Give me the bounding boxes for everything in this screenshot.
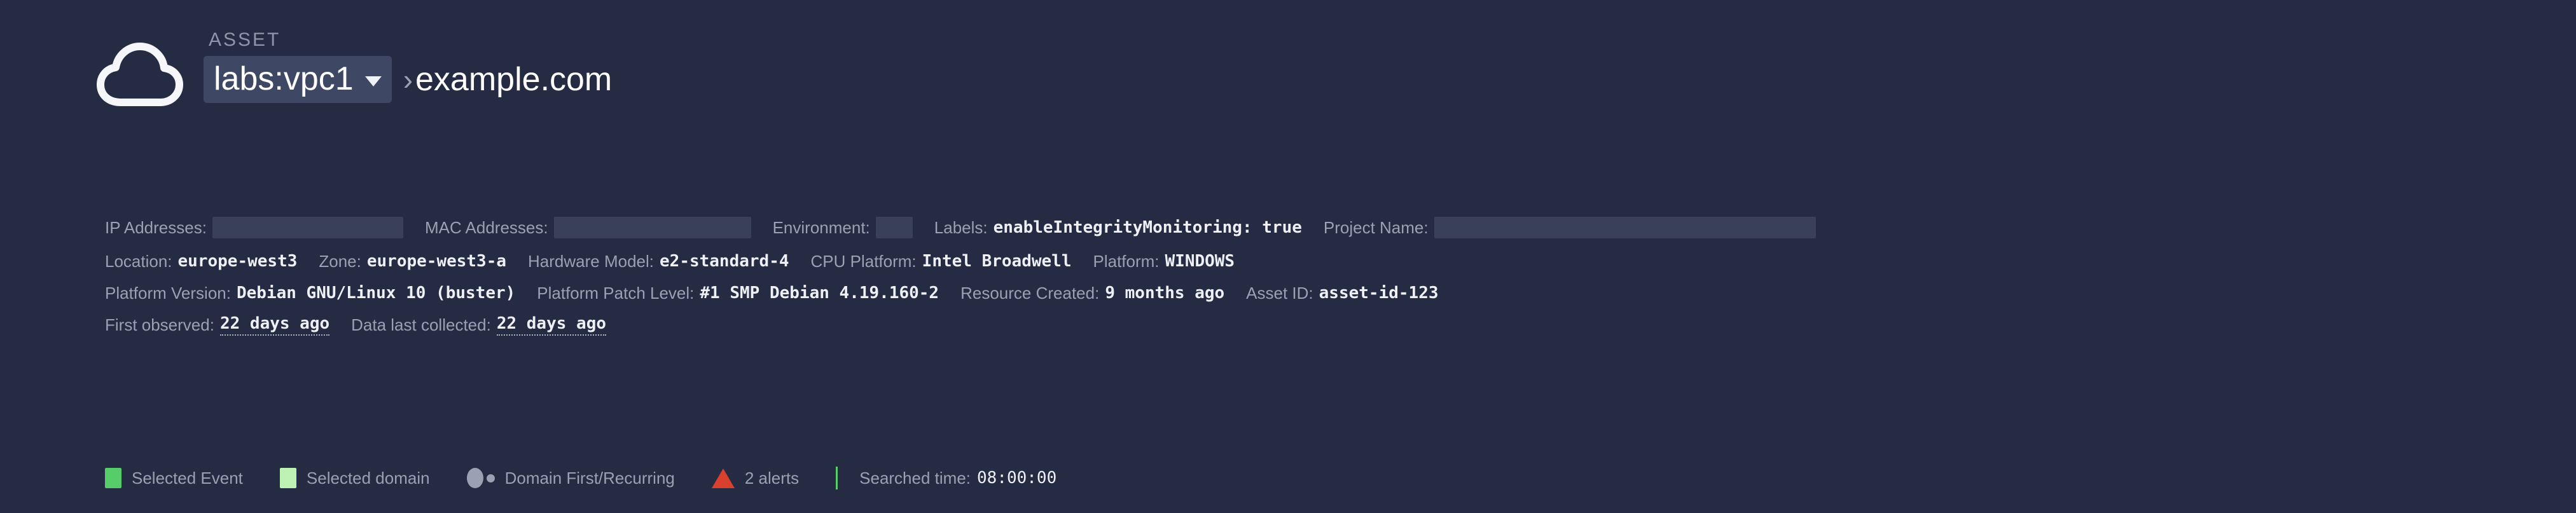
green-square-swatch-icon bbox=[105, 468, 121, 488]
searched-time: Searched time: 08:00:00 bbox=[859, 469, 1056, 488]
field-value[interactable]: 22 days ago bbox=[496, 314, 606, 336]
field-zone: Zone: europe-west3-a bbox=[319, 252, 506, 271]
field-label: Labels: bbox=[934, 217, 988, 237]
field-first-observed: First observed: 22 days ago bbox=[105, 314, 330, 336]
field-label: CPU Platform: bbox=[810, 251, 917, 271]
field-value: europe-west3-a bbox=[366, 252, 507, 271]
field-label: MAC Addresses: bbox=[424, 217, 548, 237]
legend-divider bbox=[836, 467, 838, 489]
field-label: Zone: bbox=[319, 251, 361, 271]
field-platform-patch-level: Platform Patch Level: #1 SMP Debian 4.19… bbox=[537, 284, 939, 303]
breadcrumb-separator-icon: › bbox=[403, 63, 413, 96]
field-mac-addresses: MAC Addresses: bbox=[425, 217, 751, 238]
field-project-name: Project Name: bbox=[1324, 217, 1816, 238]
field-label: Platform: bbox=[1093, 251, 1160, 271]
metadata-row: First observed: 22 days ago Data last co… bbox=[105, 309, 2566, 341]
legend-label: Domain First/Recurring bbox=[504, 468, 675, 488]
field-label: Location: bbox=[105, 251, 172, 271]
red-triangle-alert-icon bbox=[711, 468, 735, 488]
field-value: Debian GNU/Linux 10 (buster) bbox=[236, 284, 516, 303]
field-label: Environment: bbox=[772, 217, 870, 237]
field-value: 9 months ago bbox=[1105, 284, 1225, 303]
legend-item-alerts[interactable]: 2 alerts bbox=[711, 468, 800, 488]
field-resource-created: Resource Created: 9 months ago bbox=[960, 284, 1224, 303]
field-value: enableIntegrityMonitoring: true bbox=[993, 218, 1302, 237]
field-label: Project Name: bbox=[1323, 217, 1429, 237]
field-label: Resource Created: bbox=[960, 283, 1100, 303]
field-ip-addresses: IP Addresses: bbox=[105, 217, 403, 238]
searched-time-label: Searched time: bbox=[859, 468, 971, 488]
legend-item-selected-domain: Selected domain bbox=[279, 468, 430, 488]
field-cpu-platform: CPU Platform: Intel Broadwell bbox=[811, 252, 1072, 271]
legend-label: 2 alerts bbox=[744, 468, 800, 488]
field-label: Asset ID: bbox=[1246, 283, 1313, 303]
gray-circles-icon bbox=[466, 468, 495, 488]
asset-detail-header-panel: ASSET labs:vpc1 › example.com IP Address… bbox=[0, 0, 2576, 513]
field-label: Platform Patch Level: bbox=[537, 283, 695, 303]
small-circle-icon bbox=[486, 474, 495, 482]
redacted-value bbox=[1434, 217, 1816, 238]
legend-label: Selected domain bbox=[306, 468, 430, 488]
chevron-down-icon bbox=[364, 76, 382, 86]
redacted-value bbox=[553, 217, 751, 238]
field-labels: Labels: enableIntegrityMonitoring: true bbox=[934, 218, 1302, 238]
field-label: IP Addresses: bbox=[105, 217, 207, 237]
field-data-last-collected: Data last collected: 22 days ago bbox=[351, 314, 606, 336]
field-label: Hardware Model: bbox=[528, 251, 654, 271]
cloud-icon bbox=[95, 34, 197, 117]
field-value: e2-standard-4 bbox=[660, 252, 789, 271]
timeline-legend: Selected Event Selected domain Domain Fi… bbox=[105, 464, 1056, 492]
asset-selector-value: labs:vpc1 bbox=[214, 60, 354, 97]
field-asset-id: Asset ID: asset-id-123 bbox=[1246, 284, 1438, 303]
field-hardware-model: Hardware Model: e2-standard-4 bbox=[528, 252, 789, 271]
asset-section-label: ASSET bbox=[209, 29, 281, 50]
redacted-value bbox=[212, 217, 403, 238]
metadata-row: IP Addresses: MAC Addresses: Environment… bbox=[105, 210, 2566, 245]
legend-label: Selected Event bbox=[132, 468, 243, 488]
field-platform: Platform: WINDOWS bbox=[1093, 252, 1235, 271]
legend-item-selected-event: Selected Event bbox=[105, 468, 243, 488]
field-value: #1 SMP Debian 4.19.160-2 bbox=[700, 284, 939, 303]
large-circle-icon bbox=[466, 468, 483, 488]
field-value: Intel Broadwell bbox=[922, 252, 1072, 271]
field-location: Location: europe-west3 bbox=[105, 252, 297, 271]
field-value: europe-west3 bbox=[177, 252, 298, 271]
field-platform-version: Platform Version: Debian GNU/Linux 10 (b… bbox=[105, 284, 515, 303]
domain-name: example.com bbox=[415, 61, 613, 98]
field-value: WINDOWS bbox=[1165, 252, 1235, 271]
asset-breadcrumb: labs:vpc1 › example.com bbox=[204, 56, 612, 103]
field-label: Data last collected: bbox=[351, 315, 491, 334]
field-environment: Environment: bbox=[773, 217, 913, 238]
asset-metadata: IP Addresses: MAC Addresses: Environment… bbox=[105, 210, 2566, 341]
asset-identity-header: ASSET labs:vpc1 › example.com bbox=[95, 31, 612, 117]
light-green-square-swatch-icon bbox=[279, 468, 296, 488]
field-value[interactable]: 22 days ago bbox=[219, 314, 330, 336]
asset-identity-block: ASSET labs:vpc1 › example.com bbox=[204, 31, 612, 103]
field-label: First observed: bbox=[105, 315, 214, 334]
metadata-row: Platform Version: Debian GNU/Linux 10 (b… bbox=[105, 277, 2566, 309]
redacted-value bbox=[875, 217, 913, 238]
field-value: asset-id-123 bbox=[1319, 284, 1439, 303]
field-label: Platform Version: bbox=[105, 283, 231, 303]
searched-time-value: 08:00:00 bbox=[977, 469, 1057, 488]
legend-item-domain-first-recurring: Domain First/Recurring bbox=[466, 468, 675, 488]
asset-selector-dropdown[interactable]: labs:vpc1 bbox=[204, 56, 392, 103]
metadata-row: Location: europe-west3 Zone: europe-west… bbox=[105, 245, 2566, 277]
